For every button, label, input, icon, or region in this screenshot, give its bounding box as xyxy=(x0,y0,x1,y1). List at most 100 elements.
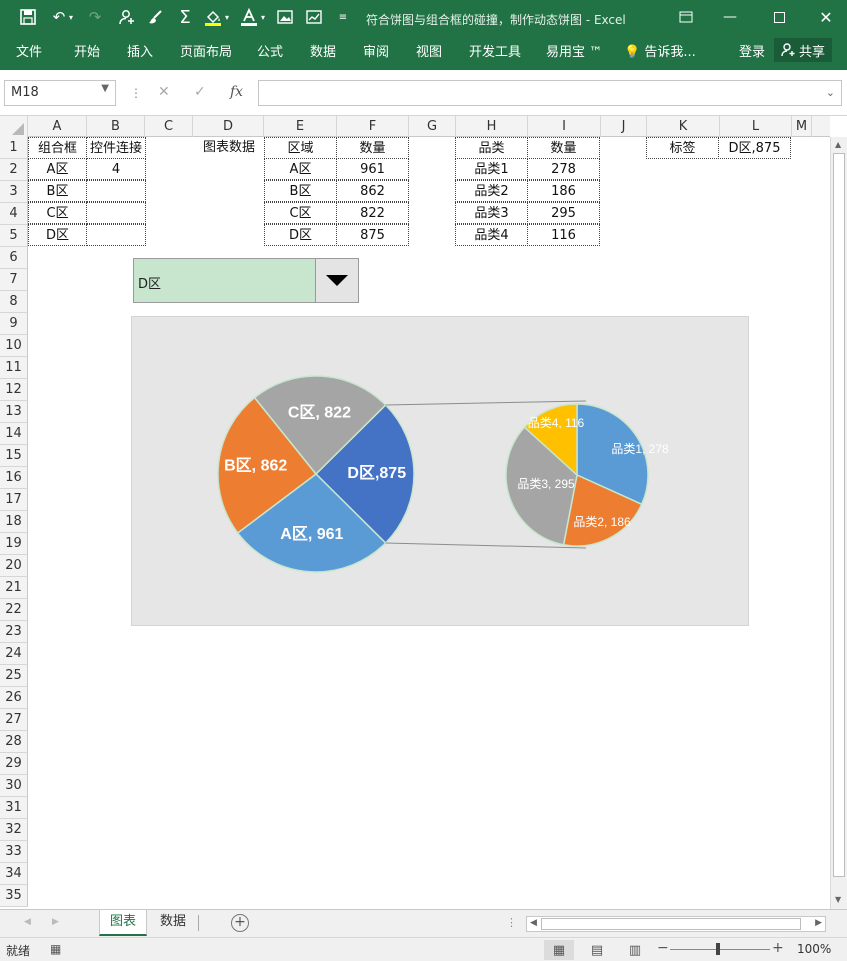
column-header-m[interactable]: M xyxy=(792,116,812,137)
cell-a1[interactable]: 组合框 xyxy=(28,137,87,159)
cell-a4[interactable]: C区 xyxy=(28,202,87,224)
close-icon[interactable]: ✕ xyxy=(812,4,840,30)
cell-d1[interactable]: 图表数据 xyxy=(193,137,265,159)
row-header-35[interactable]: 35 xyxy=(0,885,28,907)
row-header-3[interactable]: 3 xyxy=(0,181,28,203)
tab-formulas[interactable]: 公式 xyxy=(257,41,283,60)
row-header-24[interactable]: 24 xyxy=(0,643,28,665)
row-header-30[interactable]: 30 xyxy=(0,775,28,797)
row-header-20[interactable]: 20 xyxy=(0,555,28,577)
row-header-21[interactable]: 21 xyxy=(0,577,28,599)
next-sheet-icon[interactable]: ▶ xyxy=(52,917,59,927)
row-header-9[interactable]: 9 xyxy=(0,313,28,335)
tab-data[interactable]: 数据 xyxy=(310,41,336,60)
cancel-icon[interactable]: ✕ xyxy=(158,84,170,100)
add-sheet-icon[interactable]: + xyxy=(231,914,249,932)
customize-icon[interactable]: ≡ xyxy=(332,6,354,28)
cell-i2[interactable]: 278 xyxy=(527,158,600,180)
region-combo-box[interactable]: D区 xyxy=(133,258,359,303)
cell-b5[interactable] xyxy=(86,224,146,246)
pie-of-pie-chart[interactable]: D区,875 A区, 961 B区, 862 C区, 822 品类1, 278 品类2, … xyxy=(131,316,749,626)
normal-view-icon[interactable]: ▦ xyxy=(544,940,574,960)
cell-e2[interactable]: A区 xyxy=(264,158,337,180)
font-color-icon[interactable] xyxy=(238,6,260,28)
cell-b2[interactable]: 4 xyxy=(86,158,146,180)
column-header-i[interactable]: I xyxy=(528,116,601,137)
zoom-in-icon[interactable]: + xyxy=(772,940,784,956)
cell-i3[interactable]: 186 xyxy=(527,180,600,202)
formula-input[interactable]: ⌄ xyxy=(258,80,842,106)
tab-developer[interactable]: 开发工具 xyxy=(469,41,521,60)
row-header-7[interactable]: 7 xyxy=(0,269,28,291)
row-header-19[interactable]: 19 xyxy=(0,533,28,555)
column-header-d[interactable]: D xyxy=(193,116,264,137)
cell-a5[interactable]: D区 xyxy=(28,224,87,246)
tab-yiyongbao[interactable]: 易用宝 ™ xyxy=(546,41,602,60)
scroll-right-icon[interactable]: ▶ xyxy=(815,918,822,928)
maximize-icon[interactable] xyxy=(765,4,793,30)
vertical-scrollbar[interactable]: ▲ ▼ xyxy=(830,137,847,909)
zoom-slider-thumb[interactable] xyxy=(716,943,720,955)
row-header-2[interactable]: 2 xyxy=(0,159,28,181)
tab-insert[interactable]: 插入 xyxy=(127,41,153,60)
prev-sheet-icon[interactable]: ◀ xyxy=(24,917,31,927)
row-header-34[interactable]: 34 xyxy=(0,863,28,885)
row-header-22[interactable]: 22 xyxy=(0,599,28,621)
row-header-16[interactable]: 16 xyxy=(0,467,28,489)
scroll-down-icon[interactable]: ▼ xyxy=(835,895,841,904)
macro-record-icon[interactable]: ▦ xyxy=(50,942,61,956)
redo-icon[interactable]: ↷ xyxy=(84,6,106,28)
cell-b1[interactable]: 控件连接 xyxy=(86,137,146,159)
row-header-26[interactable]: 26 xyxy=(0,687,28,709)
scroll-left-icon[interactable]: ◀ xyxy=(530,918,537,928)
tab-home[interactable]: 开始 xyxy=(74,41,100,60)
enter-icon[interactable]: ✓ xyxy=(194,84,206,100)
horizontal-scroll-thumb[interactable] xyxy=(541,918,801,930)
cell-h4[interactable]: 品类3 xyxy=(455,202,528,224)
row-header-8[interactable]: 8 xyxy=(0,291,28,313)
row-header-33[interactable]: 33 xyxy=(0,841,28,863)
tab-page-layout[interactable]: 页面布局 xyxy=(180,41,232,60)
row-header-18[interactable]: 18 xyxy=(0,511,28,533)
row-header-14[interactable]: 14 xyxy=(0,423,28,445)
row-header-5[interactable]: 5 xyxy=(0,225,28,247)
row-header-31[interactable]: 31 xyxy=(0,797,28,819)
row-header-28[interactable]: 28 xyxy=(0,731,28,753)
row-header-17[interactable]: 17 xyxy=(0,489,28,511)
tab-review[interactable]: 审阅 xyxy=(363,41,389,60)
cell-f3[interactable]: 862 xyxy=(336,180,409,202)
row-header-27[interactable]: 27 xyxy=(0,709,28,731)
column-header-c[interactable]: C xyxy=(145,116,193,137)
row-header-15[interactable]: 15 xyxy=(0,445,28,467)
zoom-level[interactable]: 100% xyxy=(797,942,831,956)
cell-f5[interactable]: 875 xyxy=(336,224,409,246)
more-options-icon[interactable]: ⋮ xyxy=(130,86,142,100)
expand-formula-icon[interactable]: ⌄ xyxy=(826,86,835,99)
name-box[interactable]: M18 ▼ xyxy=(4,80,116,106)
sum-icon[interactable]: Σ xyxy=(174,6,196,28)
column-header-j[interactable]: J xyxy=(601,116,647,137)
tab-file[interactable]: 文件 xyxy=(16,41,42,60)
row-header-12[interactable]: 12 xyxy=(0,379,28,401)
tell-me-box[interactable]: 💡 告诉我... xyxy=(624,41,696,60)
cell-f1[interactable]: 数量 xyxy=(336,137,409,159)
zoom-out-icon[interactable]: − xyxy=(657,940,669,956)
cell-e4[interactable]: C区 xyxy=(264,202,337,224)
cell-h2[interactable]: 品类1 xyxy=(455,158,528,180)
row-header-13[interactable]: 13 xyxy=(0,401,28,423)
cell-a2[interactable]: A区 xyxy=(28,158,87,180)
row-header-32[interactable]: 32 xyxy=(0,819,28,841)
row-header-11[interactable]: 11 xyxy=(0,357,28,379)
cell-i1[interactable]: 数量 xyxy=(527,137,600,159)
chevron-down-icon[interactable]: ▼ xyxy=(101,83,109,94)
row-header-29[interactable]: 29 xyxy=(0,753,28,775)
row-header-1[interactable]: 1 xyxy=(0,137,28,159)
font-color-dropdown-icon[interactable]: ▾ xyxy=(258,6,268,28)
cell-f2[interactable]: 961 xyxy=(336,158,409,180)
sheet-tab-data[interactable]: 数据 xyxy=(150,910,196,936)
brush-icon[interactable] xyxy=(145,6,167,28)
cell-e1[interactable]: 区域 xyxy=(264,137,337,159)
split-handle-icon[interactable]: ⋮ xyxy=(506,916,517,929)
row-header-25[interactable]: 25 xyxy=(0,665,28,687)
column-header-h[interactable]: H xyxy=(456,116,528,137)
